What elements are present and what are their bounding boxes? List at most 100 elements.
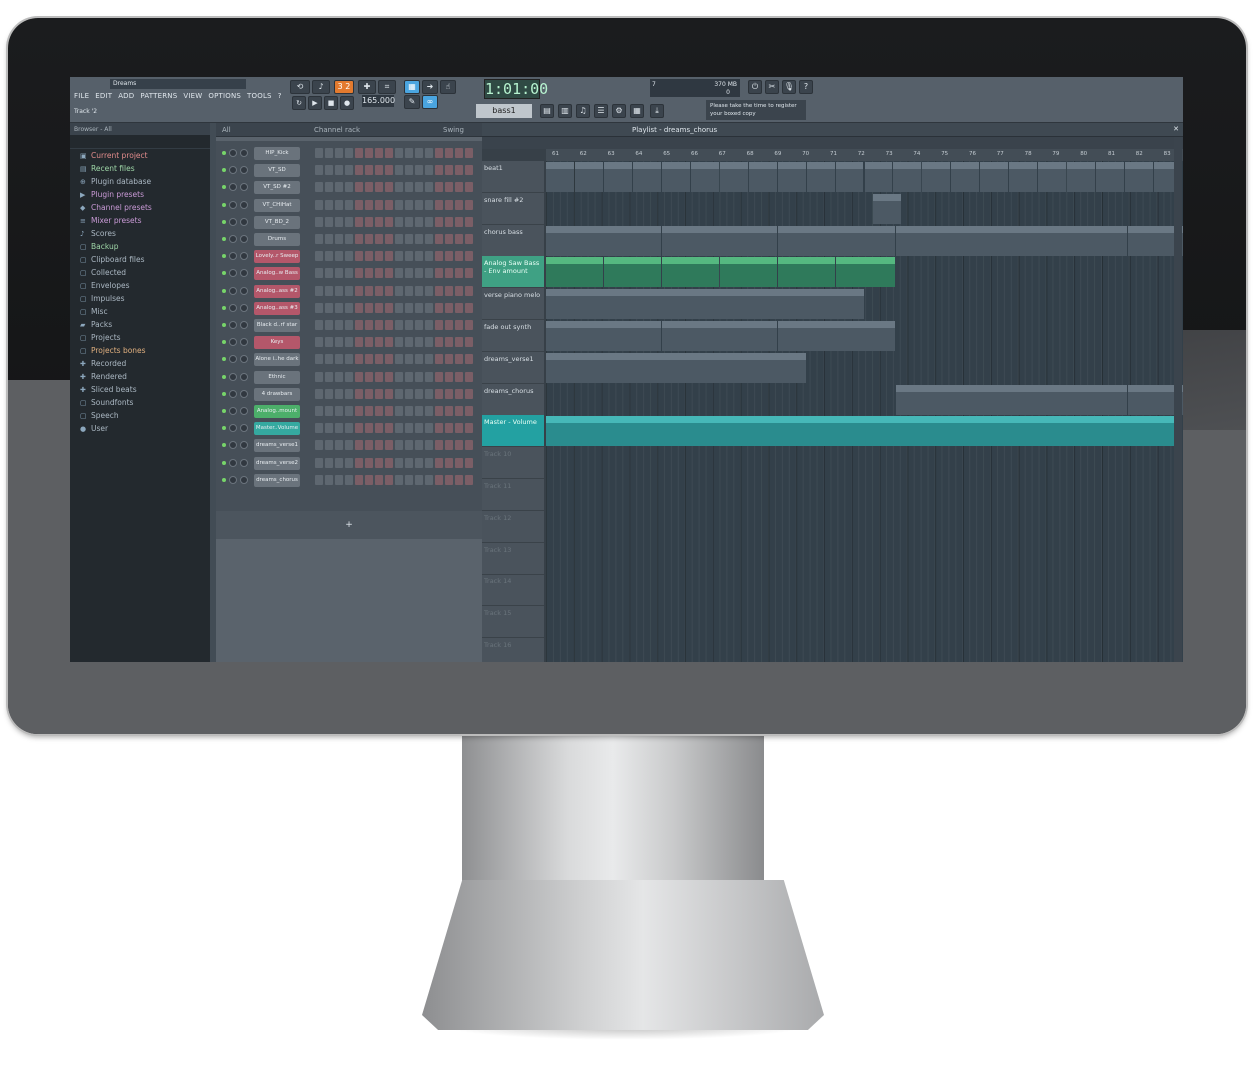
step-button[interactable]: [405, 474, 413, 485]
step-button[interactable]: [335, 182, 343, 193]
step-sequencer[interactable]: [315, 474, 479, 486]
playlist-clip[interactable]: be..ats: [1038, 162, 1067, 192]
browser-item[interactable]: ▤ Recent files: [70, 162, 210, 175]
step-button[interactable]: [385, 199, 393, 210]
volume-knob[interactable]: [240, 149, 248, 157]
step-button[interactable]: [455, 182, 463, 193]
playlist-clip[interactable]: bass1b: [661, 225, 777, 256]
step-button[interactable]: [395, 285, 403, 296]
pan-knob[interactable]: [229, 183, 237, 192]
step-button[interactable]: [425, 302, 433, 313]
step-button[interactable]: [455, 285, 463, 296]
channel-led[interactable]: [222, 374, 226, 379]
channel-led[interactable]: [222, 340, 226, 345]
step-button[interactable]: [455, 165, 463, 176]
step-button[interactable]: [365, 440, 373, 451]
channel-row[interactable]: Master..Volume: [216, 420, 482, 437]
playlist-clip[interactable]: verse ambient 1: [546, 321, 661, 351]
step-button[interactable]: [465, 216, 473, 227]
step-button[interactable]: [395, 216, 403, 227]
volume-knob[interactable]: [240, 441, 248, 450]
step-button[interactable]: [385, 371, 393, 382]
step-button[interactable]: [355, 337, 363, 348]
step-button[interactable]: [465, 388, 473, 399]
pattern-mode-button[interactable]: 3 2: [334, 80, 354, 94]
pan-knob[interactable]: [229, 269, 237, 278]
midi-icon[interactable]: ⌗: [378, 80, 396, 94]
step-button[interactable]: [465, 457, 473, 468]
step-button[interactable]: [445, 234, 453, 244]
step-button[interactable]: [395, 371, 403, 382]
menu-item-4[interactable]: VIEW: [183, 92, 202, 100]
step-button[interactable]: [335, 268, 343, 279]
step-button[interactable]: [365, 302, 373, 313]
link-icon[interactable]: ∞: [422, 95, 438, 109]
playlist-clip[interactable]: beat1: [719, 162, 748, 192]
playlist-clip[interactable]: bass1: [777, 225, 896, 256]
step-button[interactable]: [355, 302, 363, 313]
step-button[interactable]: [315, 474, 323, 485]
step-button[interactable]: [435, 302, 443, 313]
step-button[interactable]: [455, 371, 463, 382]
step-button[interactable]: [465, 320, 473, 330]
step-button[interactable]: [435, 251, 443, 262]
playlist-clip[interactable]: Master - Volume envelope: [546, 416, 1182, 447]
step-button[interactable]: [375, 474, 383, 485]
step-button[interactable]: [425, 285, 433, 296]
step-button[interactable]: [325, 320, 333, 330]
browser-item[interactable]: ✚ Recorded: [70, 357, 210, 370]
step-button[interactable]: [425, 216, 433, 227]
step-button[interactable]: [425, 320, 433, 330]
browser-item[interactable]: ≡ Mixer presets: [70, 214, 210, 227]
register-message[interactable]: Please take the time to register your bo…: [706, 100, 806, 120]
step-button[interactable]: [385, 165, 393, 176]
step-button[interactable]: [465, 285, 473, 296]
step-sequencer[interactable]: [315, 337, 479, 348]
playlist-clip[interactable]: dreams_chorus: [896, 384, 1127, 415]
step-button[interactable]: [335, 251, 343, 262]
channel-name-button[interactable]: Alone i..he dark: [254, 353, 300, 367]
step-button[interactable]: [395, 268, 403, 279]
step-button[interactable]: [415, 457, 423, 468]
track-header[interactable]: snare fill #2: [482, 193, 544, 225]
step-button[interactable]: [445, 251, 453, 262]
channel-row[interactable]: Alone i..he dark: [216, 351, 482, 368]
pan-knob[interactable]: [229, 441, 237, 450]
volume-knob[interactable]: [240, 407, 248, 415]
step-button[interactable]: [465, 234, 473, 244]
channel-row[interactable]: Analog..ass #2: [216, 283, 482, 300]
play-button[interactable]: ▶: [308, 96, 322, 110]
channel-led[interactable]: [222, 426, 226, 431]
track-header[interactable]: Track 15: [482, 606, 544, 639]
browser-item[interactable]: ▢ Collected: [70, 266, 210, 279]
volume-knob[interactable]: [240, 475, 248, 484]
channel-name-button[interactable]: VT_BD_2: [254, 215, 300, 229]
channel-row[interactable]: Drums: [216, 231, 482, 248]
step-button[interactable]: [315, 148, 323, 158]
step-button[interactable]: [375, 440, 383, 451]
step-button[interactable]: [455, 199, 463, 210]
step-button[interactable]: [445, 457, 453, 468]
channel-row[interactable]: Keys: [216, 334, 482, 351]
step-button[interactable]: [335, 440, 343, 451]
step-button[interactable]: [435, 371, 443, 382]
volume-knob[interactable]: [240, 286, 248, 295]
step-button[interactable]: [315, 354, 323, 365]
step-button[interactable]: [445, 199, 453, 210]
channel-name-button[interactable]: VT_SD: [254, 164, 300, 178]
step-button[interactable]: [375, 423, 383, 434]
volume-knob[interactable]: [240, 183, 248, 192]
step-button[interactable]: [405, 148, 413, 158]
step-button[interactable]: [415, 285, 423, 296]
step-button[interactable]: [425, 234, 433, 244]
step-button[interactable]: [355, 199, 363, 210]
pan-knob[interactable]: [229, 235, 237, 243]
step-button[interactable]: [385, 354, 393, 365]
step-button[interactable]: [345, 234, 353, 244]
pan-knob[interactable]: [229, 355, 237, 364]
track-header[interactable]: Analog Saw Bass - Env amount: [482, 256, 544, 289]
pan-knob[interactable]: [229, 458, 237, 467]
step-button[interactable]: [315, 406, 323, 416]
channel-name-button[interactable]: dreams_chorus: [254, 473, 300, 487]
playlist-clip[interactable]: beat1: [603, 162, 632, 192]
